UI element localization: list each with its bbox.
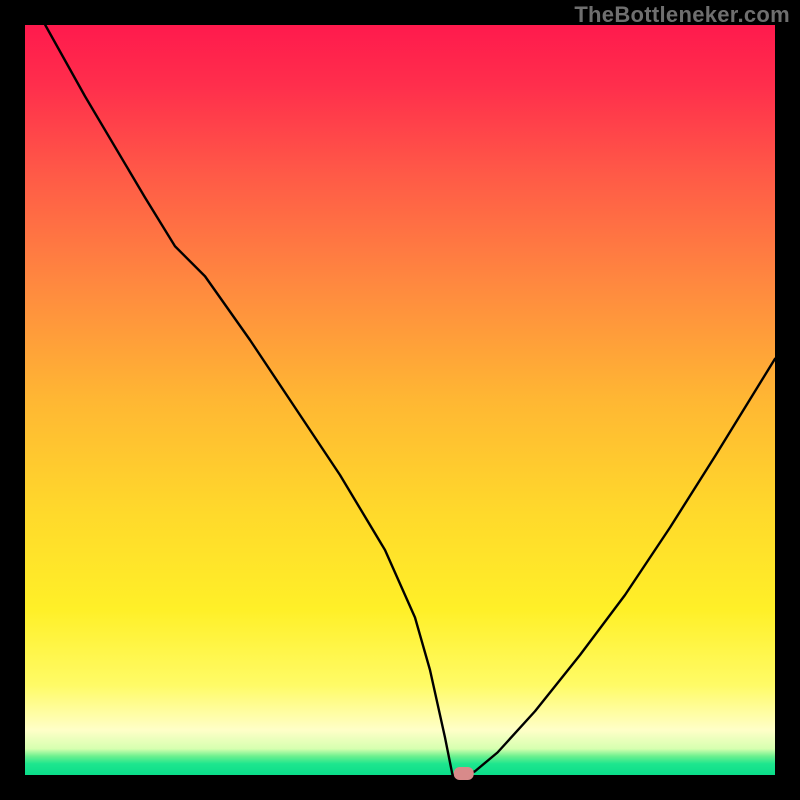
watermark-text: TheBottleneker.com bbox=[574, 2, 790, 28]
optimal-point-marker bbox=[454, 767, 474, 780]
chart-container: TheBottleneker.com bbox=[0, 0, 800, 800]
bottleneck-chart bbox=[0, 0, 800, 800]
plot-area bbox=[25, 25, 775, 775]
